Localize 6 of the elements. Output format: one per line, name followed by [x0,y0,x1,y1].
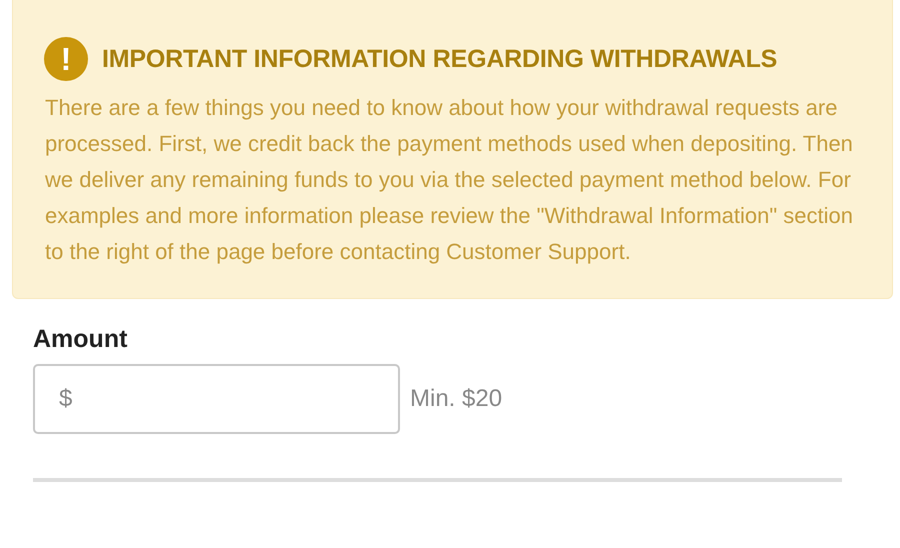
amount-label: Amount [33,325,128,354]
warning-icon: ! [44,37,88,81]
notice-title: IMPORTANT INFORMATION REGARDING WITHDRAWALS [102,44,778,74]
notice-text: There are a few things you need to know about how your withdrawal requests are processed. First, we credit back the payment methods used when depositing. Then we deliver any remaining funds to you via the selected payment method below. For examples and more information please review the "Withdrawal Information" section to the right of the page before contacting Customer Support. [45,94,854,266]
amount-field[interactable]: $ [33,364,400,434]
minimum-hint: Min. $20 [410,385,502,413]
